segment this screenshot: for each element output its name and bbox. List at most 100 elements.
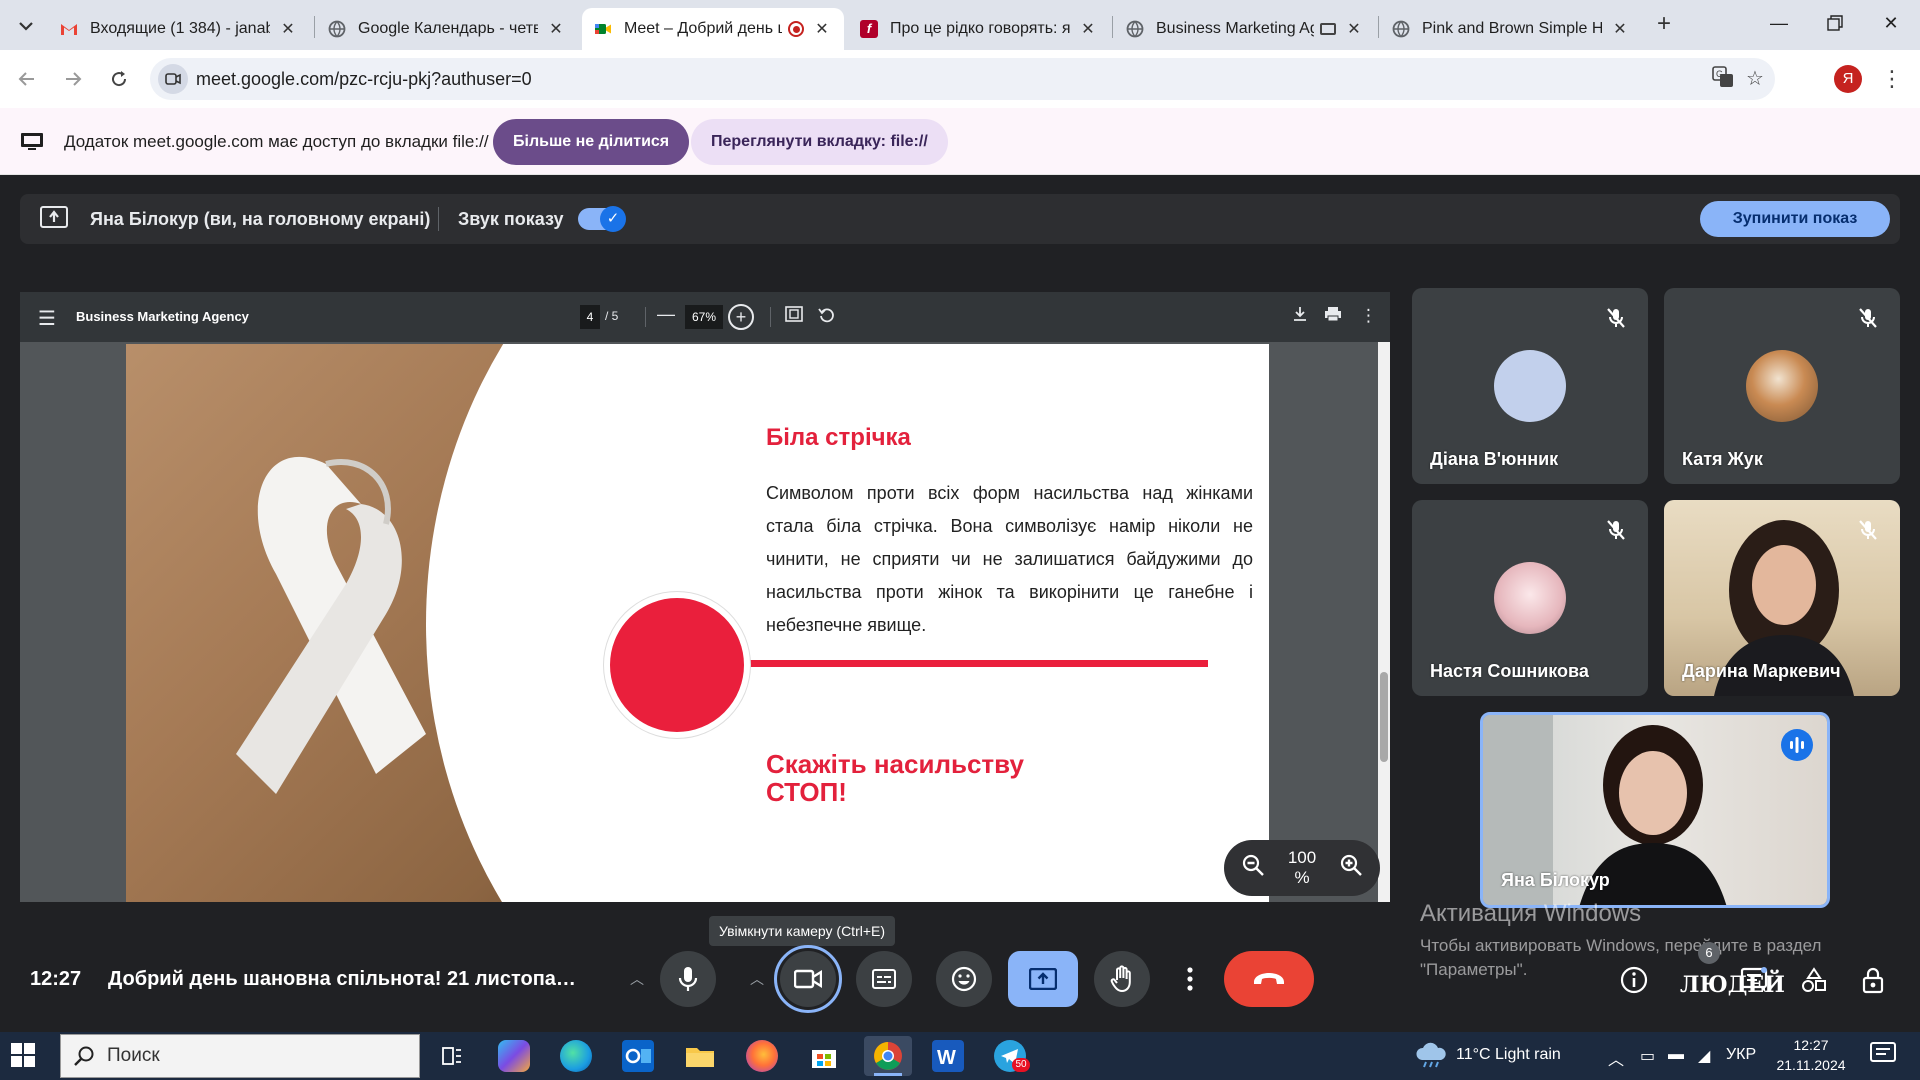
edge-icon[interactable] [560, 1040, 592, 1072]
microsoft-store-icon[interactable] [808, 1040, 840, 1072]
translate-icon[interactable]: G [1710, 66, 1736, 92]
tab-meet[interactable]: Meet – Добрий день ш ✕ [582, 8, 844, 50]
participant-tile[interactable]: Діана В'юнник [1412, 288, 1648, 484]
copilot-icon[interactable] [498, 1040, 530, 1072]
print-icon[interactable] [1324, 306, 1342, 327]
mic-off-icon [1604, 306, 1628, 330]
download-icon[interactable] [1292, 306, 1308, 327]
view-tab-button[interactable]: Переглянути вкладку: file:// [691, 119, 948, 165]
close-tab-icon[interactable]: ✕ [546, 19, 566, 39]
zoom-out-icon[interactable] [1238, 853, 1268, 883]
tab-search-chevron-icon[interactable] [12, 12, 40, 40]
pdf-zoom-input[interactable]: 67% [685, 305, 723, 329]
network-icon[interactable]: ◢ [1698, 1046, 1710, 1066]
reactions-button[interactable] [936, 951, 992, 1007]
telegram-icon[interactable]: 50 [994, 1040, 1030, 1072]
meeting-title: Добрий день шановна спільнота! 21 листоп… [108, 968, 588, 990]
profile-avatar[interactable]: Я [1834, 65, 1862, 93]
meet-tray-icon[interactable]: ▭ [1640, 1046, 1655, 1066]
language-indicator[interactable]: УКР [1726, 1046, 1756, 1064]
tab-title: Про це рідко говорять: як [890, 20, 1070, 37]
outlook-icon[interactable] [622, 1040, 654, 1072]
taskbar-search-input[interactable]: Поиск [60, 1034, 420, 1078]
restore-button[interactable] [1806, 0, 1864, 46]
audio-settings-chevron-icon[interactable]: ︿ [626, 969, 648, 989]
participant-tile[interactable]: Катя Жук [1664, 288, 1900, 484]
host-controls-button[interactable] [1856, 962, 1892, 998]
present-button[interactable] [1008, 951, 1078, 1007]
stop-sharing-button[interactable]: Більше не ділитися [493, 119, 690, 165]
captions-button[interactable] [856, 951, 912, 1007]
fit-page-icon[interactable] [785, 306, 803, 327]
chat-icon [1740, 967, 1768, 992]
address-bar[interactable]: meet.google.com/pzc-rcju-pkj?authuser=0 … [150, 58, 1775, 100]
zoom-out-icon[interactable]: — [657, 304, 675, 325]
close-tab-icon[interactable]: ✕ [278, 19, 298, 39]
participant-tile[interactable]: Настя Сошникова [1412, 500, 1648, 696]
weather-text[interactable]: 11°C Light rain [1456, 1046, 1561, 1064]
camera-button[interactable] [774, 945, 842, 1013]
windows-start-icon[interactable] [10, 1042, 38, 1070]
chat-button[interactable] [1736, 962, 1772, 998]
participant-name: Катя Жук [1682, 449, 1763, 469]
zoom-in-icon[interactable]: + [728, 304, 754, 330]
tray-overflow-chevron-icon[interactable]: ︿ [1608, 1046, 1624, 1070]
close-tab-icon[interactable]: ✕ [1344, 19, 1364, 39]
meet-icon [594, 20, 612, 38]
back-button[interactable] [12, 64, 42, 94]
new-tab-button[interactable]: + [1650, 10, 1678, 38]
pdf-toolbar: ☰ Business Marketing Agency 4 / 5 — 67% … [20, 292, 1390, 342]
hamburger-menu-icon[interactable]: ☰ [38, 306, 56, 331]
tab-flipbook[interactable]: f Про це рідко говорять: як ✕ [848, 8, 1110, 50]
bookmark-star-icon[interactable]: ☆ [1742, 66, 1768, 92]
presenter-label: Яна Білокур (ви, на головному екрані) [90, 209, 431, 229]
more-options-button[interactable] [1170, 951, 1210, 1007]
tab-calendar[interactable]: Google Календарь - четве ✕ [316, 8, 578, 50]
raise-hand-button[interactable] [1094, 951, 1150, 1007]
camera-icon [794, 969, 822, 989]
zoom-in-icon[interactable] [1336, 853, 1366, 883]
forward-button[interactable] [58, 64, 88, 94]
tab-gmail[interactable]: Входящие (1 384) - janabil ✕ [48, 8, 310, 50]
share-notice-text: Додаток meet.google.com має доступ до вк… [64, 132, 489, 151]
divider [645, 307, 646, 327]
file-explorer-icon[interactable] [684, 1040, 716, 1072]
avatar [1494, 562, 1566, 634]
minimize-button[interactable]: — [1750, 0, 1808, 46]
tab-pink-brown[interactable]: Pink and Brown Simple Ha ✕ [1380, 8, 1642, 50]
scrollbar-thumb[interactable] [1380, 672, 1388, 762]
lock-person-icon [1862, 967, 1884, 994]
close-tab-icon[interactable]: ✕ [1610, 19, 1630, 39]
stop-presenting-button[interactable]: Зупинити показ [1700, 201, 1890, 237]
tab-business-marketing[interactable]: Business Marketing Ag ✕ [1114, 8, 1376, 50]
pdf-scrollbar[interactable] [1378, 342, 1390, 902]
pdf-page-input[interactable]: 4 [580, 305, 600, 329]
word-icon[interactable]: W [932, 1040, 964, 1072]
hang-up-icon [1254, 973, 1284, 984]
rotate-icon[interactable] [818, 306, 836, 329]
notifications-icon[interactable] [1870, 1042, 1896, 1071]
reload-button[interactable] [104, 64, 134, 94]
more-options-icon[interactable]: ⋮ [1360, 306, 1377, 326]
video-settings-chevron-icon[interactable]: ︿ [746, 969, 768, 989]
close-tab-icon[interactable]: ✕ [812, 19, 832, 39]
battery-icon[interactable]: ▬ [1668, 1046, 1684, 1064]
share-audio-toggle[interactable]: ✓ [578, 206, 626, 232]
presenting-bar: Яна Білокур (ви, на головному екрані) Зв… [20, 194, 1900, 244]
divider [770, 307, 771, 327]
participant-tile[interactable]: Дарина Маркевич [1664, 500, 1900, 696]
firefox-icon[interactable] [746, 1040, 778, 1072]
meeting-details-button[interactable] [1616, 962, 1652, 998]
chrome-menu-icon[interactable]: ⋮ [1880, 64, 1904, 94]
close-window-button[interactable]: ✕ [1862, 0, 1920, 46]
taskbar-search-placeholder: Поиск [107, 1045, 160, 1066]
self-tile[interactable]: Яна Білокур [1480, 712, 1830, 908]
system-clock[interactable]: 12:27 21.11.2024 [1774, 1035, 1848, 1075]
activities-button[interactable] [1796, 962, 1832, 998]
close-tab-icon[interactable]: ✕ [1078, 19, 1098, 39]
site-info-icon[interactable] [158, 64, 188, 94]
microphone-button[interactable] [660, 951, 716, 1007]
task-view-icon[interactable] [436, 1040, 468, 1072]
chrome-taskbar-item[interactable] [864, 1036, 912, 1076]
leave-call-button[interactable] [1224, 951, 1314, 1007]
